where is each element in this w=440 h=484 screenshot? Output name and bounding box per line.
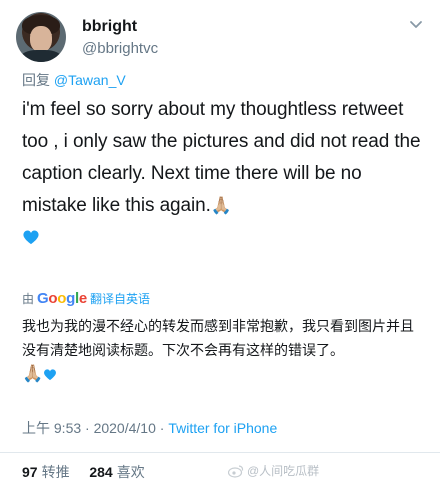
folded-hands-icon: 🙏🏼 (22, 364, 44, 383)
avatar-face (30, 26, 52, 52)
like-label: 喜欢 (116, 464, 145, 480)
translation-body: 我也为我的漫不经心的转发而感到非常抱歉，我只看到图片并且没有清楚地阅读标题。下次… (22, 314, 422, 386)
google-logo: Google (37, 290, 87, 307)
reply-mention[interactable]: @Tawan_V (54, 72, 126, 88)
avatar[interactable] (16, 12, 66, 62)
retweet-label: 转推 (41, 464, 70, 480)
retweet-count-group[interactable]: 97 转推 (22, 464, 70, 480)
blue-heart-icon (23, 230, 39, 245)
translation-by: 由 (22, 292, 35, 306)
translation-header: 由 Google 翻译自英语 (22, 290, 150, 307)
display-name[interactable]: bbright (82, 18, 137, 36)
translation-link[interactable]: 翻译自英语 (90, 290, 150, 307)
user-handle[interactable]: @bbrightvc (82, 40, 158, 57)
tweet-timestamp[interactable]: 上午 9:53 · 2020/4/10 · (22, 420, 168, 436)
translation-text: 我也为我的漫不经心的转发而感到非常抱歉，我只看到图片并且没有清楚地阅读标题。下次… (22, 318, 414, 358)
avatar-shirt (20, 50, 62, 62)
tweet-header: bbright @bbrightvc (16, 10, 426, 62)
folded-hands-icon: 🙏🏼 (210, 196, 232, 215)
like-count-group[interactable]: 284 喜欢 (89, 464, 144, 480)
like-count: 284 (89, 464, 113, 480)
reply-prefix: 回复 (22, 72, 50, 88)
retweet-count: 97 (22, 464, 38, 480)
chevron-down-icon[interactable] (406, 14, 426, 34)
tweet-meta: 上午 9:53 · 2020/4/10 · Twitter for iPhone (22, 418, 277, 438)
watermark-text: @人间吃瓜群 (247, 464, 320, 478)
watermark: @人间吃瓜群 (228, 462, 319, 479)
tweet-body: i'm feel so sorry about my thoughtless r… (22, 94, 422, 254)
tweet-stats: 97 转推 284 喜欢 (22, 462, 145, 482)
divider (0, 452, 440, 453)
blue-heart-icon (44, 369, 57, 381)
weibo-icon (228, 464, 244, 478)
reply-line: 回复 @Tawan_V (22, 70, 126, 90)
tweet-source[interactable]: Twitter for iPhone (168, 420, 277, 436)
